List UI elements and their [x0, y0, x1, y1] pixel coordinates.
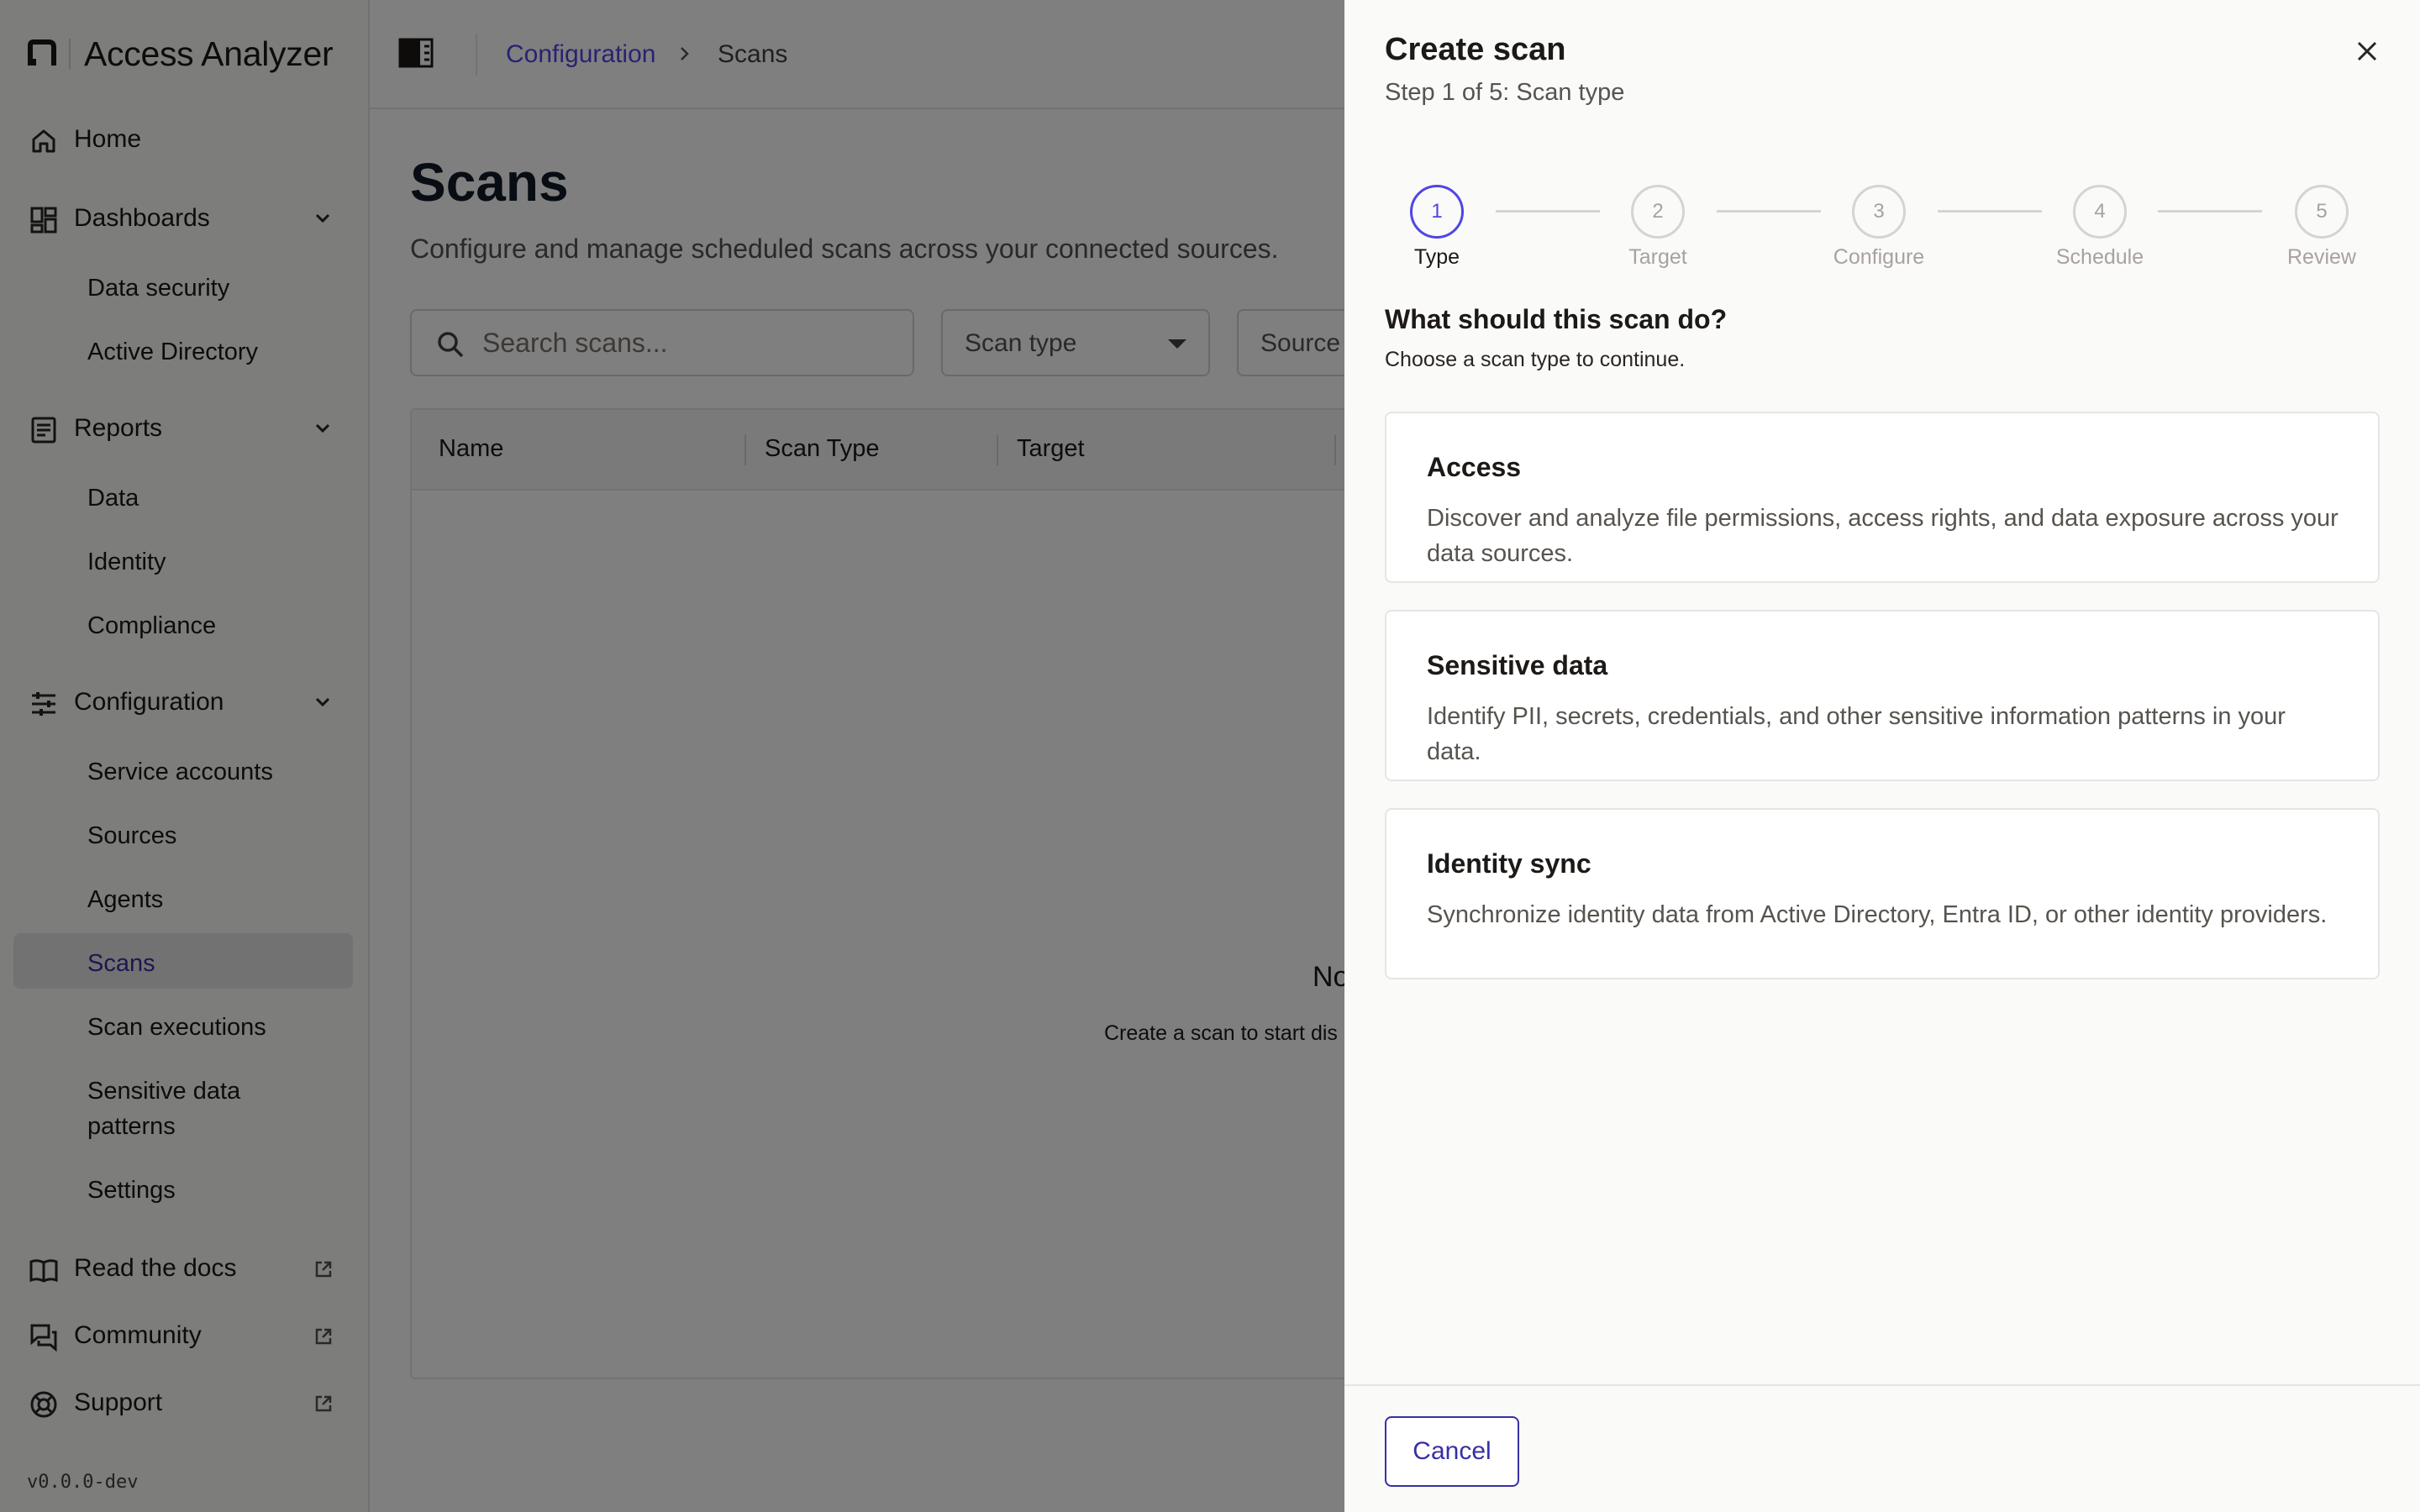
option-title: Access — [1427, 452, 1522, 482]
step-number: 2 — [1652, 200, 1664, 223]
step-4-indicator: 4 — [2073, 185, 2127, 239]
create-scan-drawer: Create scan Step 1 of 5: Scan type 1 Typ… — [1344, 0, 2420, 1512]
drawer-title: Create scan — [1385, 32, 1566, 67]
step-connector — [1717, 210, 1821, 213]
question-title: What should this scan do? — [1385, 304, 1728, 334]
step-number: 1 — [1431, 200, 1443, 223]
option-description: Discover and analyze file permissions, a… — [1427, 505, 2338, 567]
step-connector — [1938, 210, 2042, 213]
step-number: 5 — [2316, 200, 2328, 223]
option-title: Identity sync — [1427, 848, 1591, 879]
step-2-indicator: 2 — [1631, 185, 1685, 239]
step-4-label: Schedule — [2055, 245, 2144, 269]
step-5-indicator: 5 — [2295, 185, 2349, 239]
drawer-subtitle: Step 1 of 5: Scan type — [1385, 79, 1625, 106]
scan-type-option-access[interactable]: Access Discover and analyze file permiss… — [1385, 412, 2380, 583]
step-3-label: Configure — [1833, 245, 1925, 269]
step-number: 3 — [1873, 200, 1885, 223]
drawer-footer: Cancel — [1344, 1384, 2420, 1512]
modal-backdrop[interactable] — [0, 0, 1344, 1512]
scan-type-option-identity-sync[interactable]: Identity sync Synchronize identity data … — [1385, 808, 2380, 979]
option-description: Identify PII, secrets, credentials, and … — [1427, 703, 2286, 765]
step-1-label: Type — [1413, 245, 1460, 269]
step-2-label: Target — [1628, 245, 1687, 269]
step-connector — [1496, 210, 1600, 213]
scan-type-option-sensitive-data[interactable]: Sensitive data Identify PII, secrets, cr… — [1385, 610, 2380, 781]
close-icon[interactable] — [2353, 37, 2381, 66]
step-5-label: Review — [2287, 245, 2356, 269]
option-title: Sensitive data — [1427, 650, 1608, 680]
step-1-indicator: 1 — [1410, 185, 1464, 239]
cancel-button[interactable]: Cancel — [1385, 1416, 1519, 1487]
step-number: 4 — [2094, 200, 2106, 223]
step-connector — [2158, 210, 2262, 213]
question-hint: Choose a scan type to continue. — [1385, 348, 1686, 371]
option-description: Synchronize identity data from Active Di… — [1427, 901, 2328, 928]
step-3-indicator: 3 — [1852, 185, 1906, 239]
